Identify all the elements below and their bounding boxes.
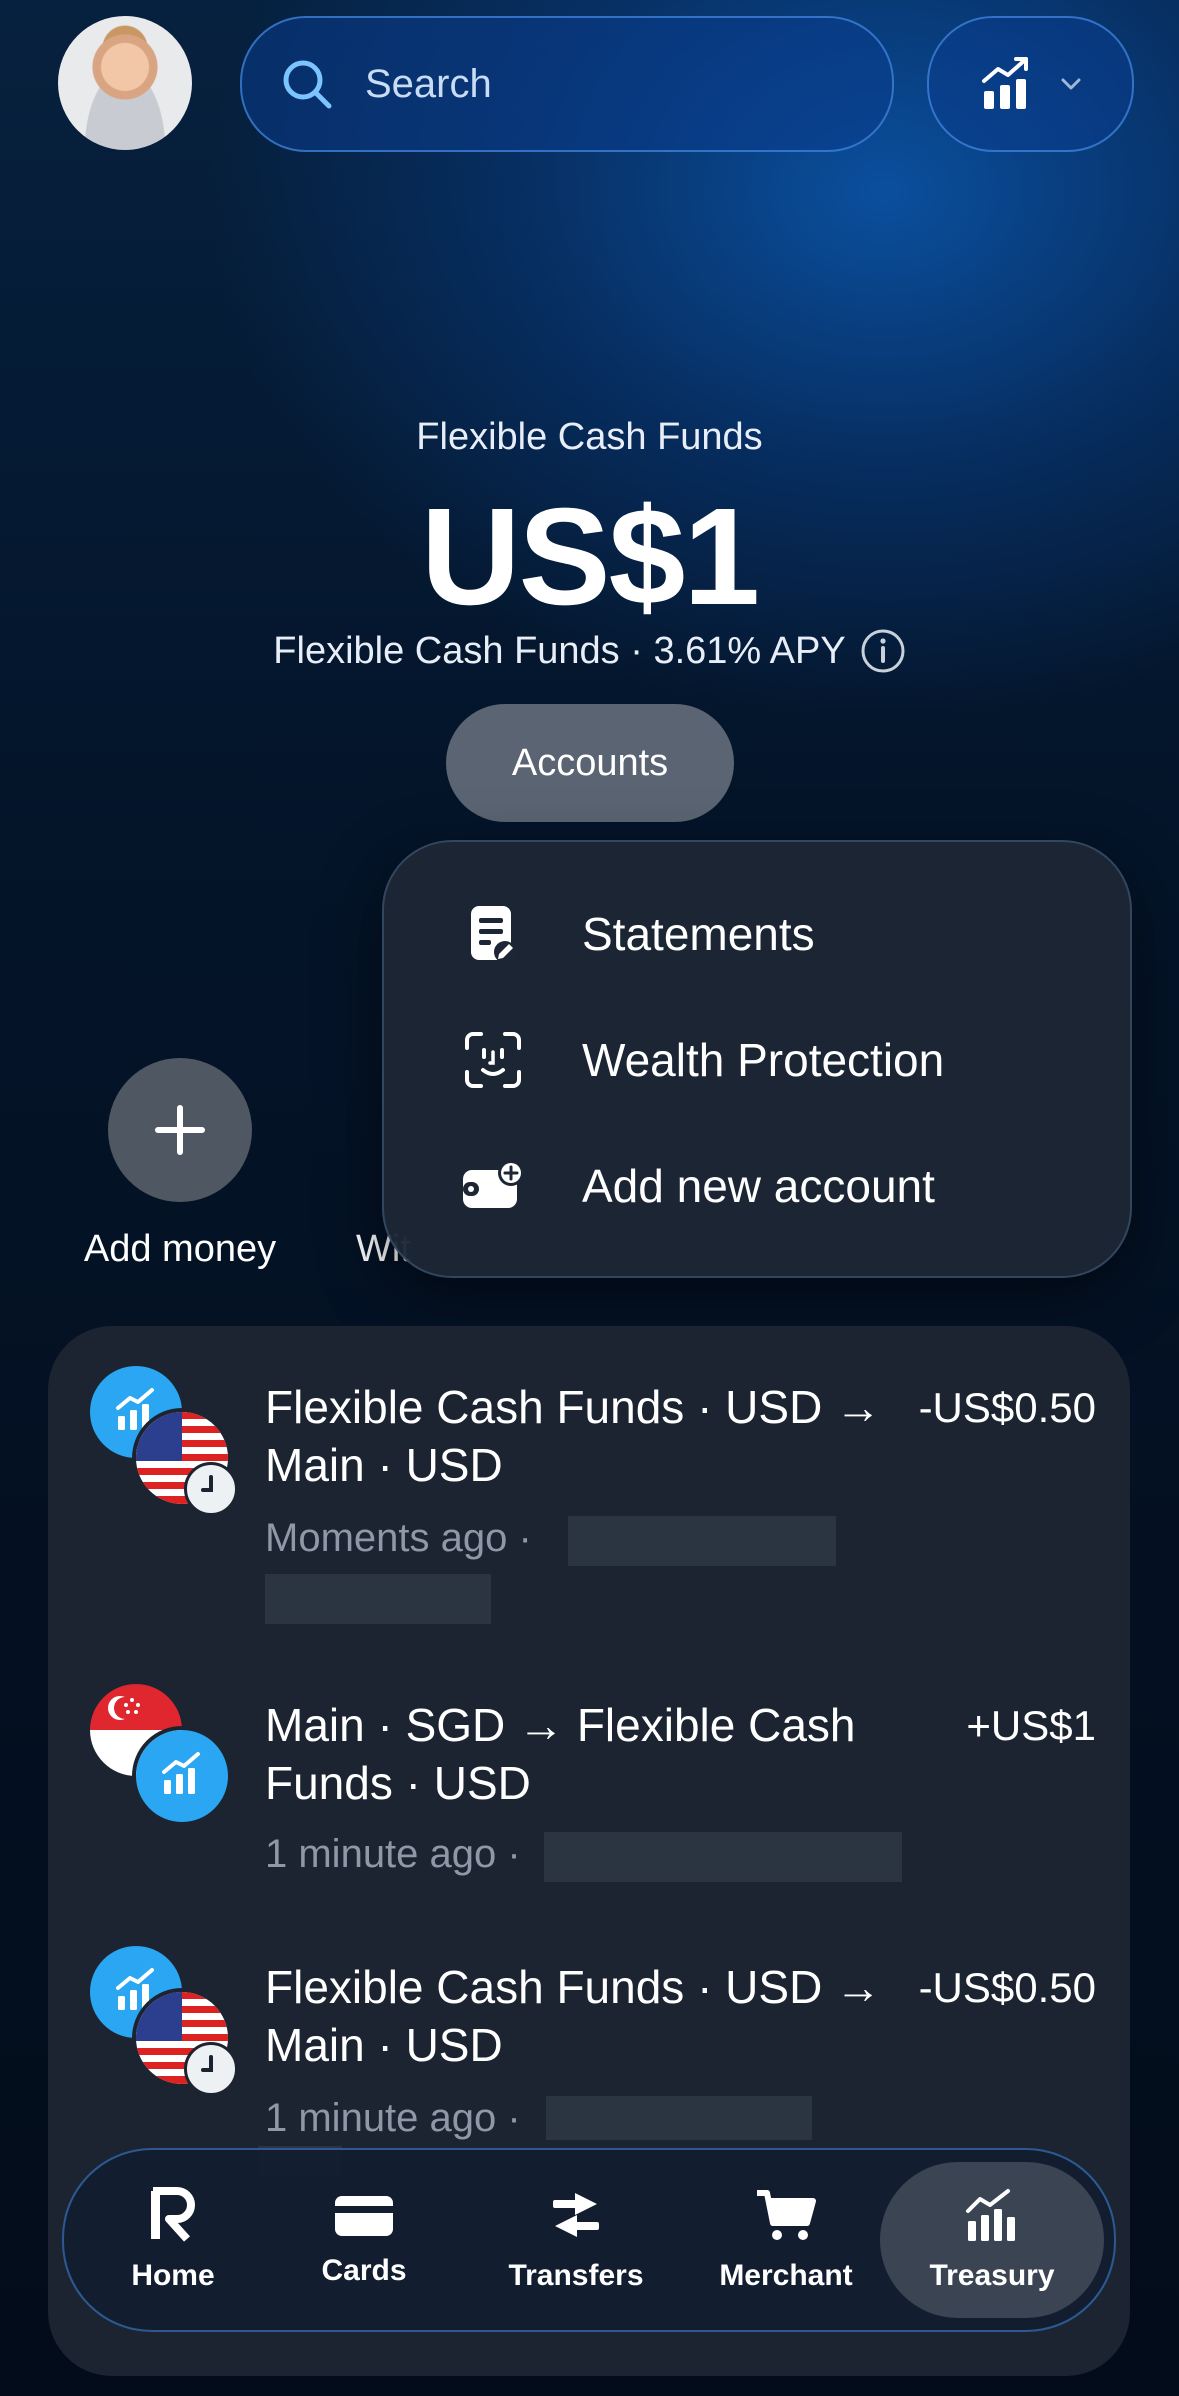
pending-clock-icon xyxy=(184,2042,238,2096)
apy-text: Flexible Cash Funds · 3.61% APY xyxy=(273,629,846,672)
account-subtitle: Flexible Cash Funds xyxy=(416,416,763,458)
transaction-time: 1 minute ago · xyxy=(265,1832,521,1876)
menu-item-label: Statements xyxy=(582,908,815,960)
nav-item-merchant[interactable]: Merchant xyxy=(701,2150,871,2330)
nav-item-home[interactable]: Home xyxy=(98,2150,248,2330)
menu-item-add-new-account[interactable]: Add new account xyxy=(384,1131,1130,1241)
statement-icon xyxy=(458,899,528,969)
add-money-button[interactable] xyxy=(108,1058,252,1202)
menu-item-wealth-protection[interactable]: Wealth Protection xyxy=(384,1005,1130,1115)
chart-up-icon xyxy=(981,57,1028,109)
search-icon xyxy=(283,60,332,109)
nav-label: Cards xyxy=(321,2254,407,2287)
chevron-down-icon xyxy=(1061,78,1080,90)
nav-label: Treasury xyxy=(929,2259,1055,2292)
transaction-time: 1 minute ago · xyxy=(265,2096,521,2140)
transaction-row[interactable]: Main · SGD → Flexible Cash Funds · USD +… xyxy=(48,1684,1130,1904)
menu-item-label: Wealth Protection xyxy=(582,1034,945,1086)
nav-label: Merchant xyxy=(719,2259,853,2292)
face-scan-icon xyxy=(458,1025,528,1095)
analytics-button[interactable] xyxy=(927,16,1134,152)
add-money-label: Add money xyxy=(83,1228,277,1270)
redacted-text xyxy=(544,1832,902,1882)
redacted-text xyxy=(265,1574,491,1624)
pending-clock-icon xyxy=(184,1462,238,1516)
nav-label: Transfers xyxy=(508,2259,644,2292)
chart-up-icon xyxy=(966,2189,1015,2241)
bottom-nav: Home Cards Transfers Merchant Treasury xyxy=(62,2148,1116,2332)
transaction-title: Main · SGD → Flexible Cash Funds · USD xyxy=(265,1699,856,1809)
accounts-menu: Statements Wealth Protection Add new acc… xyxy=(382,840,1132,1278)
nav-item-treasury[interactable]: Treasury xyxy=(880,2162,1104,2318)
transfer-arrows-icon xyxy=(553,2193,599,2237)
transaction-amount: +US$1 xyxy=(966,1702,1096,1749)
add-wallet-icon xyxy=(458,1151,528,1221)
treasury-fund-icon xyxy=(132,1726,232,1826)
transaction-time: Moments ago · xyxy=(265,1516,532,1560)
transaction-amount: -US$0.50 xyxy=(918,1384,1096,1431)
avatar[interactable] xyxy=(58,16,192,150)
redacted-text xyxy=(546,2096,812,2140)
search-bar[interactable]: Search xyxy=(240,16,894,152)
account-apy-line: Flexible Cash Funds · 3.61% APY xyxy=(0,628,1179,674)
revolut-logo-icon xyxy=(151,2187,195,2242)
nav-label: Home xyxy=(131,2259,215,2292)
search-placeholder: Search xyxy=(365,61,492,106)
menu-item-label: Add new account xyxy=(582,1160,935,1212)
info-icon[interactable] xyxy=(860,628,906,674)
card-icon xyxy=(335,2196,393,2236)
menu-item-statements[interactable]: Statements xyxy=(384,879,1130,989)
redacted-text xyxy=(568,1516,836,1566)
transaction-title: Flexible Cash Funds · USD → Main · USD xyxy=(265,1381,882,1491)
plus-icon xyxy=(155,1105,205,1155)
nav-item-transfers[interactable]: Transfers xyxy=(496,2150,656,2330)
accounts-button[interactable]: Accounts xyxy=(446,704,734,822)
transaction-row[interactable]: Flexible Cash Funds · USD → Main · USD -… xyxy=(48,1366,1130,1646)
nav-item-cards[interactable]: Cards xyxy=(289,2150,439,2330)
balance-amount: US$1 xyxy=(420,480,760,634)
cart-icon xyxy=(757,2190,816,2240)
transaction-title: Flexible Cash Funds · USD → Main · USD xyxy=(265,1961,882,2071)
transaction-amount: -US$0.50 xyxy=(918,1964,1096,2011)
